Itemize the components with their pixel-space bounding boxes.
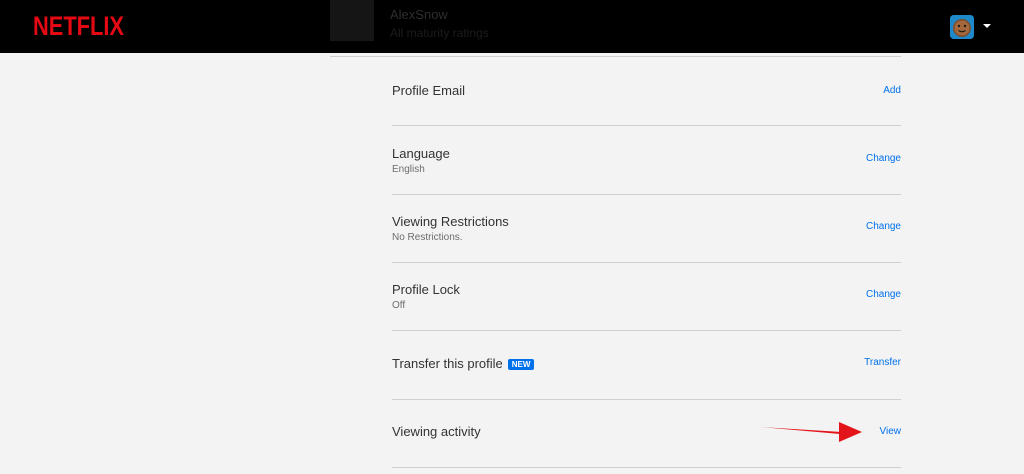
smiley-face-avatar-icon	[950, 15, 974, 39]
add-email-link[interactable]: Add	[883, 85, 901, 96]
top-navigation-bar: NETFLIX AlexSnow All maturity ratings	[0, 0, 1024, 53]
settings-row-viewing-restrictions: Viewing Restrictions No Restrictions. Ch…	[392, 194, 901, 263]
svg-text:NETFLIX: NETFLIX	[33, 11, 124, 39]
row-subtitle: English	[392, 164, 425, 175]
row-subtitle: Off	[392, 300, 406, 311]
row-title: Profile Email	[392, 83, 465, 98]
row-title: Language	[392, 146, 450, 161]
account-avatar-icon[interactable]	[950, 15, 974, 39]
profile-name: AlexSnow	[390, 7, 448, 22]
row-title: Viewing activity	[392, 424, 481, 439]
caret-down-icon[interactable]	[983, 24, 991, 28]
new-badge: NEW	[507, 359, 535, 370]
settings-row-language: Language English Change	[392, 126, 901, 195]
settings-row-transfer-profile: Transfer this profile NEW Transfer	[392, 331, 901, 400]
transfer-profile-link[interactable]: Transfer	[864, 357, 901, 368]
row-title: Viewing Restrictions	[392, 214, 509, 229]
profile-thumbnail	[330, 0, 374, 41]
red-arrow-icon	[760, 422, 862, 442]
settings-row-profile-lock: Profile Lock Off Change	[392, 262, 901, 331]
view-activity-link[interactable]: View	[880, 426, 902, 437]
row-title: Profile Lock	[392, 282, 460, 297]
row-subtitle: No Restrictions.	[392, 232, 463, 243]
profile-maturity-subtitle: All maturity ratings	[390, 26, 489, 40]
row-title: Transfer this profile NEW	[392, 356, 535, 371]
row-title-text: Transfer this profile	[392, 356, 503, 371]
change-restrictions-link[interactable]: Change	[866, 221, 901, 232]
settings-row-profile-email: Profile Email Add	[392, 57, 901, 126]
change-language-link[interactable]: Change	[866, 153, 901, 164]
change-profile-lock-link[interactable]: Change	[866, 289, 901, 300]
netflix-logo[interactable]: NETFLIX	[33, 11, 125, 39]
